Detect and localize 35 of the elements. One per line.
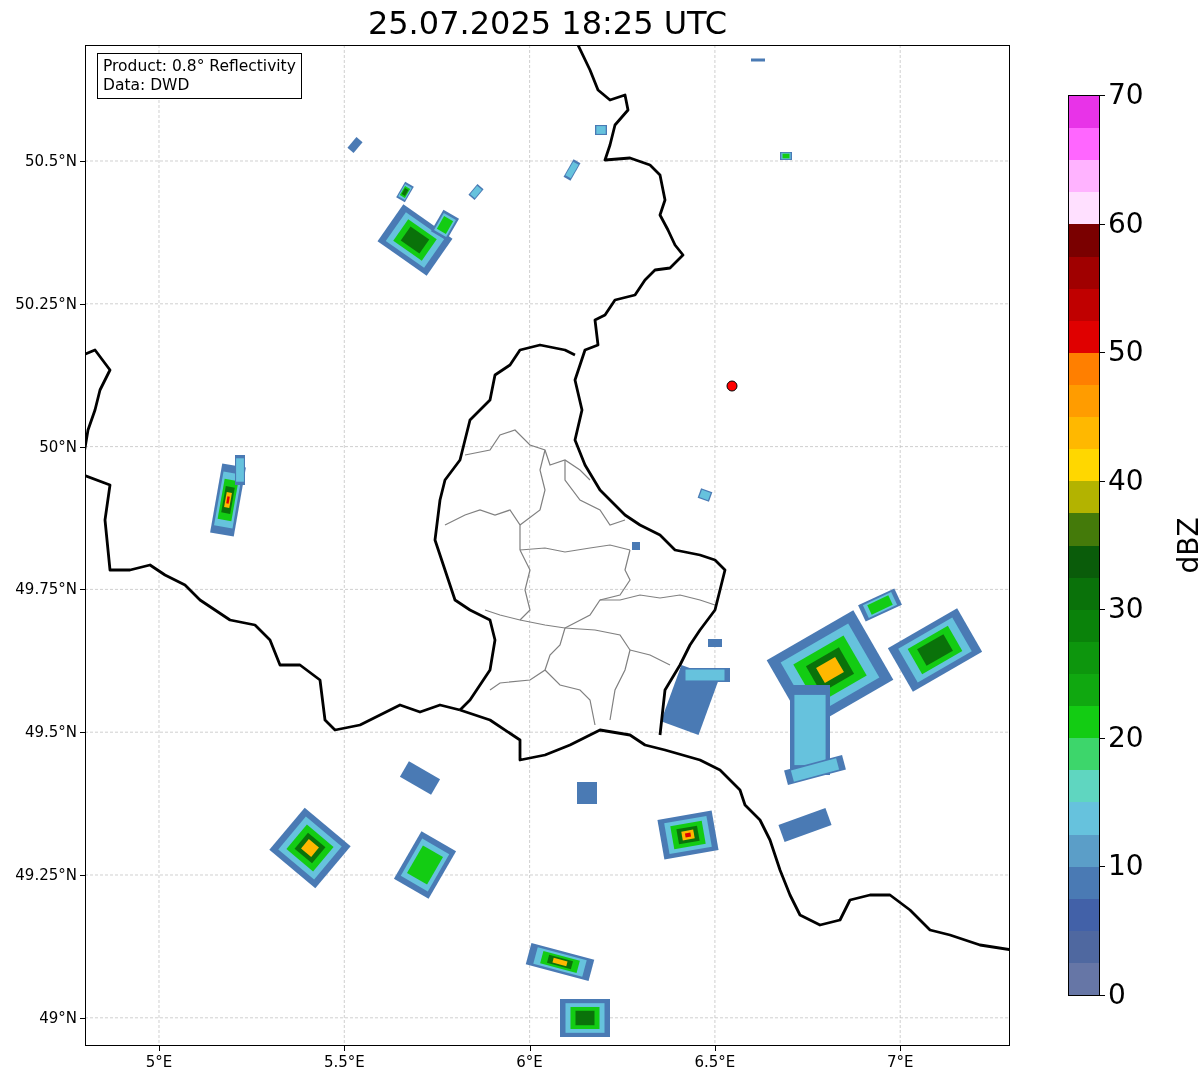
radar-echo xyxy=(347,137,363,153)
latitude-label: 49.5°N xyxy=(24,723,77,742)
longitude-label: 5°E xyxy=(145,1053,173,1071)
radar-echo xyxy=(563,159,581,181)
colorbar-tick-label: 30 xyxy=(1108,595,1144,624)
longitude-label: 5.5°E xyxy=(323,1053,365,1071)
latitude-label: 50°N xyxy=(39,437,77,456)
colorbar-tick-label: 40 xyxy=(1108,466,1144,495)
info-text: Product: 0.8° Reflectivity xyxy=(103,57,296,76)
radar-echo xyxy=(560,999,610,1037)
latitude-label: 49°N xyxy=(39,1008,77,1027)
location-marker xyxy=(726,380,738,392)
radar-echo xyxy=(751,58,765,62)
radar-echo xyxy=(595,125,607,135)
latitude-label: 49.75°N xyxy=(15,580,77,599)
radar-echo xyxy=(697,488,713,502)
colorbar-tick-label: 10 xyxy=(1108,852,1144,881)
info-text: Data: DWD xyxy=(103,76,191,95)
colorbar-tick-label: 50 xyxy=(1108,338,1144,367)
latitude-label: 50.25°N xyxy=(15,294,77,313)
colorbar-tick-label: 70 xyxy=(1108,81,1144,109)
chart-title: 25.07.2025 18:25 UTC xyxy=(367,6,728,39)
colorbar-tick-label: 60 xyxy=(1108,209,1144,238)
latitude-label: 50.5°N xyxy=(24,152,77,170)
colorbar-tick-label: 20 xyxy=(1108,723,1144,752)
radar-echo xyxy=(468,184,484,200)
colorbar-title: dBZ xyxy=(1171,517,1202,574)
longitude-label: 6.5°E xyxy=(694,1053,736,1071)
radar-echo xyxy=(780,152,792,160)
colorbar-tick-label: 0 xyxy=(1108,981,1126,1009)
longitude-label: 7°E xyxy=(886,1053,914,1071)
radar-echo xyxy=(577,782,597,804)
radar-echo xyxy=(632,542,640,550)
latitude-label: 49.25°N xyxy=(15,866,77,884)
longitude-label: 6°E xyxy=(516,1053,543,1071)
